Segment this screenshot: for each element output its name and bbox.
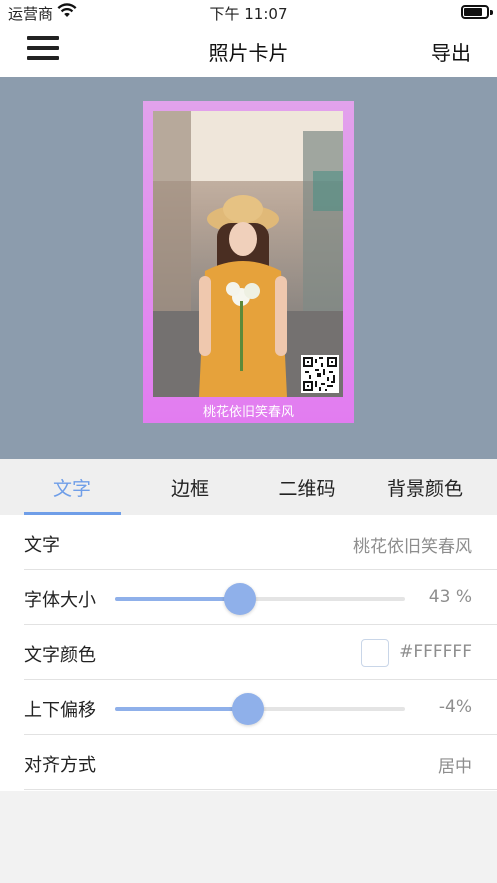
font-size-slider-fill bbox=[115, 597, 240, 601]
text-value[interactable]: 桃花依旧笑春风 bbox=[353, 532, 472, 557]
card-photo bbox=[153, 111, 343, 397]
tab-border[interactable]: 边框 bbox=[128, 474, 252, 501]
font-size-slider[interactable] bbox=[115, 583, 405, 615]
vertical-offset-row: 上下偏移 -4% bbox=[24, 680, 497, 735]
text-color-value: #FFFFFF bbox=[399, 642, 472, 662]
vertical-offset-slider-thumb[interactable] bbox=[232, 693, 265, 725]
nav-bar: 照片卡片 导出 bbox=[0, 24, 497, 77]
font-size-label: 字体大小 bbox=[24, 590, 96, 611]
battery-icon bbox=[461, 5, 493, 19]
tab-text[interactable]: 文字 bbox=[10, 474, 134, 501]
text-label: 文字 bbox=[24, 535, 60, 556]
text-row[interactable]: 文字 桃花依旧笑春风 bbox=[24, 515, 497, 570]
clock: 下午 11:07 bbox=[209, 5, 288, 23]
settings-list: 文字 桃花依旧笑春风 字体大小 43 % 文字颜色 #FFFFFF 上下偏移 -… bbox=[0, 515, 497, 791]
photo-card[interactable]: 桃花依旧笑春风 bbox=[143, 101, 354, 423]
tab-background-color[interactable]: 背景颜色 bbox=[363, 474, 487, 501]
vertical-offset-slider-fill bbox=[115, 707, 249, 711]
font-size-slider-thumb[interactable] bbox=[223, 583, 256, 615]
text-color-row[interactable]: 文字颜色 #FFFFFF bbox=[24, 625, 497, 680]
page-title: 照片卡片 bbox=[208, 41, 289, 65]
text-color-label: 文字颜色 bbox=[24, 645, 96, 666]
export-button[interactable]: 导出 bbox=[431, 37, 471, 66]
tab-qr-code[interactable]: 二维码 bbox=[245, 474, 369, 501]
text-color-swatch[interactable] bbox=[361, 639, 389, 667]
font-size-value: 43 % bbox=[428, 587, 472, 607]
card-preview-area: 桃花依旧笑春风 bbox=[0, 77, 497, 459]
vertical-offset-label: 上下偏移 bbox=[24, 700, 96, 721]
alignment-label: 对齐方式 bbox=[24, 755, 96, 776]
alignment-value[interactable]: 居中 bbox=[438, 752, 472, 777]
card-caption: 桃花依旧笑春风 bbox=[202, 405, 294, 420]
qr-code-icon bbox=[301, 355, 339, 393]
font-size-row: 字体大小 43 % bbox=[24, 570, 497, 625]
alignment-row[interactable]: 对齐方式 居中 bbox=[24, 735, 497, 790]
vertical-offset-slider[interactable] bbox=[115, 693, 405, 725]
vertical-offset-value: -4% bbox=[438, 697, 472, 717]
tab-bar: 文字 边框 二维码 背景颜色 bbox=[0, 459, 497, 515]
status-bar: 运营商 下午 11:07 bbox=[0, 0, 497, 24]
